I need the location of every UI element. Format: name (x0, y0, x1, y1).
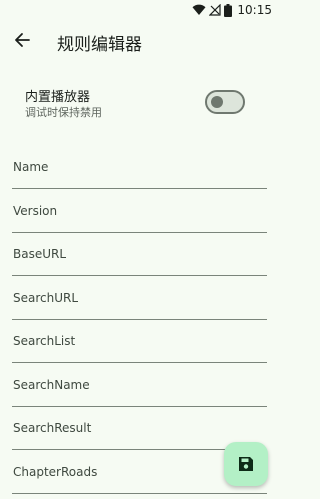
name-field[interactable]: Name (12, 153, 267, 189)
field-label: SearchList (13, 334, 76, 348)
back-button[interactable] (6, 24, 38, 56)
builtin-player-toggle[interactable] (205, 90, 245, 114)
field-underline (12, 406, 267, 407)
field-label: SearchResult (13, 421, 92, 435)
app-bar: 规则编辑器 (0, 22, 280, 62)
battery-icon (224, 3, 233, 17)
searchname-field[interactable]: SearchName (12, 371, 267, 407)
field-label: Version (13, 204, 58, 218)
field-underline (12, 362, 267, 363)
version-field[interactable]: Version (12, 197, 267, 233)
field-underline (12, 493, 267, 494)
searchlist-field[interactable]: SearchList (12, 327, 267, 363)
builtin-player-setting[interactable]: 内置播放器 调试时保持禁用 (0, 84, 280, 124)
page-title: 规则编辑器 (57, 35, 142, 55)
field-label: ChapterRoads (13, 465, 98, 479)
field-label: Name (13, 160, 49, 174)
field-label: BaseURL (13, 247, 67, 261)
wifi-icon (192, 4, 206, 15)
status-time: 10:15 (237, 3, 272, 17)
setting-subtitle: 调试时保持禁用 (25, 106, 102, 119)
field-underline (12, 188, 267, 189)
status-bar: 10:15 (0, 0, 280, 20)
field-underline (12, 319, 267, 320)
setting-title: 内置播放器 (25, 90, 91, 105)
signal-off-icon (209, 4, 222, 16)
field-underline (12, 275, 267, 276)
searchurl-field[interactable]: SearchURL (12, 284, 267, 320)
save-button[interactable] (224, 442, 268, 486)
field-label: SearchURL (13, 291, 79, 305)
toggle-thumb (211, 96, 223, 108)
field-label: SearchName (13, 378, 90, 392)
save-icon (239, 457, 253, 471)
baseurl-field[interactable]: BaseURL (12, 240, 267, 276)
field-underline (12, 232, 267, 233)
arrow-back-icon (15, 33, 30, 47)
